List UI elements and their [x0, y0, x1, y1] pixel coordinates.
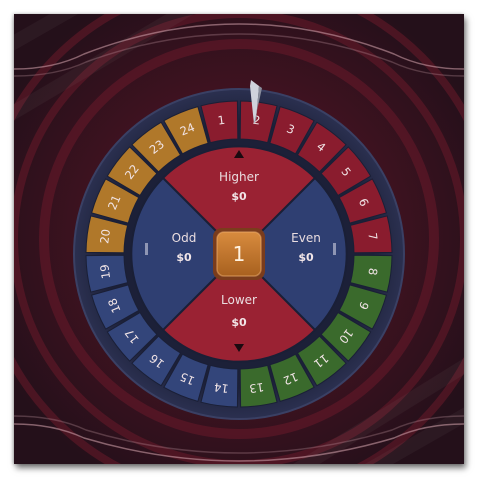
higher-label: Higher	[219, 170, 259, 184]
ring-number-14: 14	[213, 380, 229, 396]
odd-value: $0	[176, 251, 192, 264]
left-marker	[145, 243, 148, 255]
higher-value: $0	[231, 190, 247, 203]
ring-number-20: 20	[97, 228, 113, 244]
lower-value: $0	[231, 316, 247, 329]
ring-number-13: 13	[248, 380, 264, 396]
center-number: 1	[233, 242, 246, 266]
even-label: Even	[291, 231, 321, 245]
odd-label: Odd	[172, 231, 197, 245]
lower-label: Lower	[221, 293, 257, 307]
center-result: 1	[213, 228, 265, 280]
even-value: $0	[298, 251, 314, 264]
game-canvas: 1 23456789101112131415161718192021222324 …	[14, 14, 464, 464]
right-marker	[333, 243, 336, 255]
ring-number-19: 19	[97, 263, 113, 279]
game-frame: 1 2 3 4 5 6 7 8 9 10 11 12 13 14 15 16 17 18 19 20 21 22 23 24 …	[14, 14, 464, 464]
